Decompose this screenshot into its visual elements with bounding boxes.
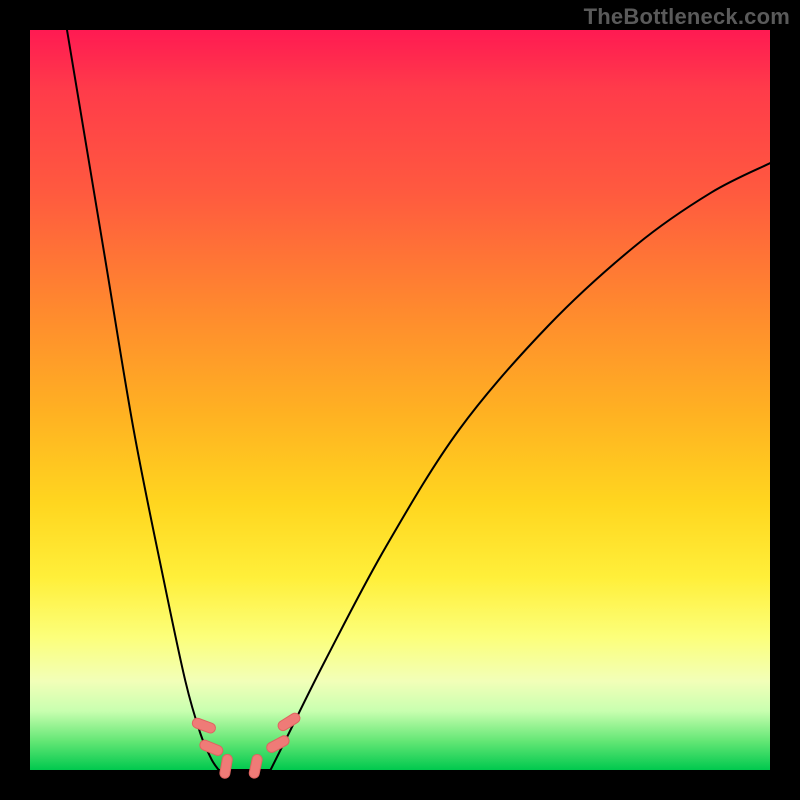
plot-area — [30, 30, 770, 770]
curve-left-branch — [67, 30, 219, 770]
curve-right-branch — [271, 163, 771, 770]
chart-frame: TheBottleneck.com — [0, 0, 800, 800]
curve-marker — [198, 739, 224, 757]
curve-marker — [219, 754, 233, 779]
curve-marker — [191, 717, 217, 735]
curve-markers — [191, 711, 302, 779]
watermark-text: TheBottleneck.com — [584, 4, 790, 30]
curve-marker — [248, 754, 263, 780]
curve-marker — [276, 711, 302, 732]
curve-layer — [30, 30, 770, 770]
curve-marker — [265, 734, 291, 754]
